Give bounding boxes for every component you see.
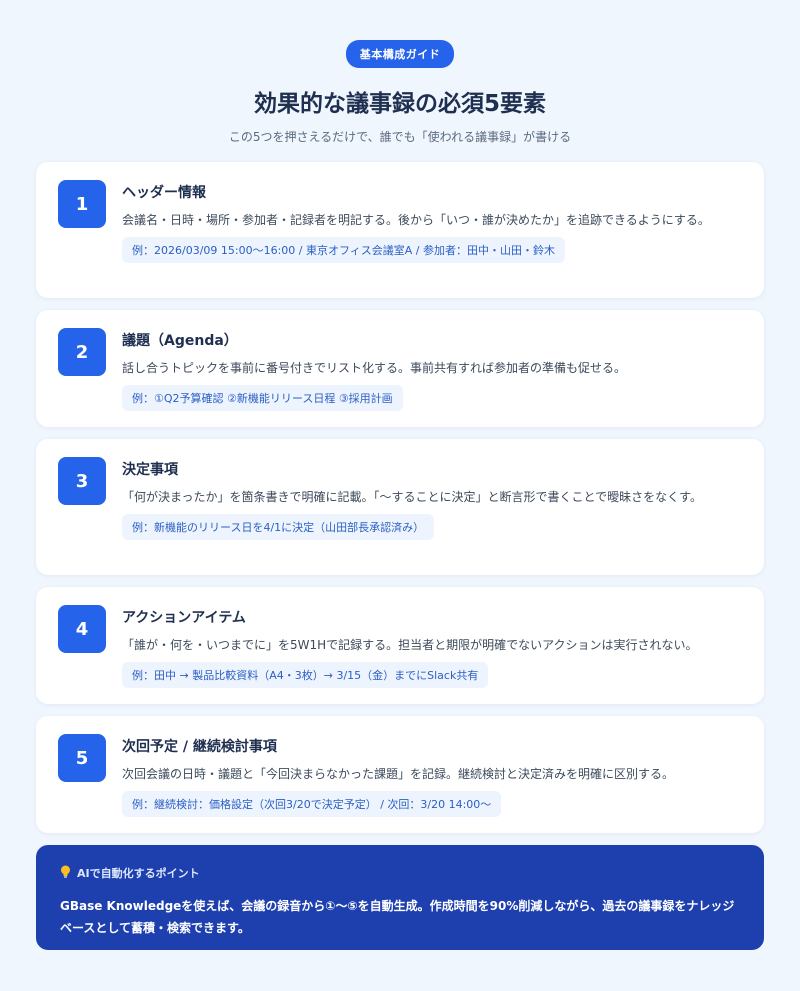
element-description: 「誰が・何を・いつまでに」を5W1Hで記録する。担当者と期限が明確でないアクショ… bbox=[122, 638, 698, 652]
element-title: アクションアイテム bbox=[122, 610, 246, 626]
element-example: 例：新機能のリリース日を4/1に決定（山田部長承認済み） bbox=[122, 514, 435, 540]
guide-badge: 基本構成ガイド bbox=[345, 40, 455, 68]
tip-body: GBase Knowledgeを使えば、会議の録音から①〜⑤を自動生成。作成時間… bbox=[60, 899, 735, 935]
element-description: 話し合うトピックを事前に番号付きでリスト化する。事前共有すれば参加者の準備も促せ… bbox=[122, 361, 627, 375]
element-description: 「何が決まったか」を箇条書きで明確に記載。「〜することに決定」と断言形で書くこと… bbox=[122, 490, 702, 504]
element-title: ヘッダー情報 bbox=[122, 185, 206, 201]
tip-heading-row: AIで自動化するポイント bbox=[60, 865, 740, 881]
page: 基本構成ガイド 効果的な議事録の必須5要素 この5つを押さえるだけで、誰でも「使… bbox=[0, 0, 800, 991]
element-description: 次回会議の日時・議題と「今回決まらなかった課題」を記録。継続検討と決定済みを明確… bbox=[122, 767, 675, 781]
element-example: 例：継続検討：価格設定（次回3/20で決定予定） / 次回：3/20 14:00… bbox=[122, 791, 502, 817]
ai-tip-box: AIで自動化するポイント GBase Knowledgeを使えば、会議の録音から… bbox=[36, 845, 764, 950]
element-title: 決定事項 bbox=[122, 462, 178, 478]
element-card-2: 2 議題（Agenda） 話し合うトピックを事前に番号付きでリスト化する。事前共… bbox=[36, 310, 764, 427]
tip-heading: AIで自動化するポイント bbox=[77, 867, 200, 880]
page-title: 効果的な議事録の必須5要素 bbox=[253, 91, 546, 117]
element-number: 2 bbox=[58, 328, 106, 376]
page-subtitle: この5つを押さえるだけで、誰でも「使われる議事録」が書ける bbox=[228, 130, 572, 144]
element-card-3: 3 決定事項 「何が決まったか」を箇条書きで明確に記載。「〜することに決定」と断… bbox=[36, 439, 764, 575]
element-card-4: 4 アクションアイテム 「誰が・何を・いつまでに」を5W1Hで記録する。担当者と… bbox=[36, 587, 764, 704]
element-number: 1 bbox=[58, 180, 106, 228]
element-number: 4 bbox=[58, 605, 106, 653]
element-description: 会議名・日時・場所・参加者・記録者を明記する。後から「いつ・誰が決めたか」を追跡… bbox=[122, 213, 710, 227]
element-number: 3 bbox=[58, 457, 106, 505]
header: 基本構成ガイド 効果的な議事録の必須5要素 この5つを押さえるだけで、誰でも「使… bbox=[0, 0, 800, 145]
element-title: 次回予定 / 継続検討事項 bbox=[122, 739, 277, 755]
lightbulb-icon bbox=[60, 865, 71, 881]
element-title: 議題（Agenda） bbox=[122, 333, 238, 349]
element-example: 例：2026/03/09 15:00〜16:00 / 東京オフィス会議室A / … bbox=[122, 237, 565, 263]
element-number: 5 bbox=[58, 734, 106, 782]
element-card-5: 5 次回予定 / 継続検討事項 次回会議の日時・議題と「今回決まらなかった課題」… bbox=[36, 716, 764, 833]
element-example: 例：田中 → 製品比較資料（A4・3枚）→ 3/15（金）までにSlack共有 bbox=[122, 662, 489, 688]
element-list: 1 ヘッダー情報 会議名・日時・場所・参加者・記録者を明記する。後から「いつ・誰… bbox=[36, 162, 764, 845]
element-example: 例：①Q2予算確認 ②新機能リリース日程 ③採用計画 bbox=[122, 385, 403, 411]
element-card-1: 1 ヘッダー情報 会議名・日時・場所・参加者・記録者を明記する。後から「いつ・誰… bbox=[36, 162, 764, 298]
